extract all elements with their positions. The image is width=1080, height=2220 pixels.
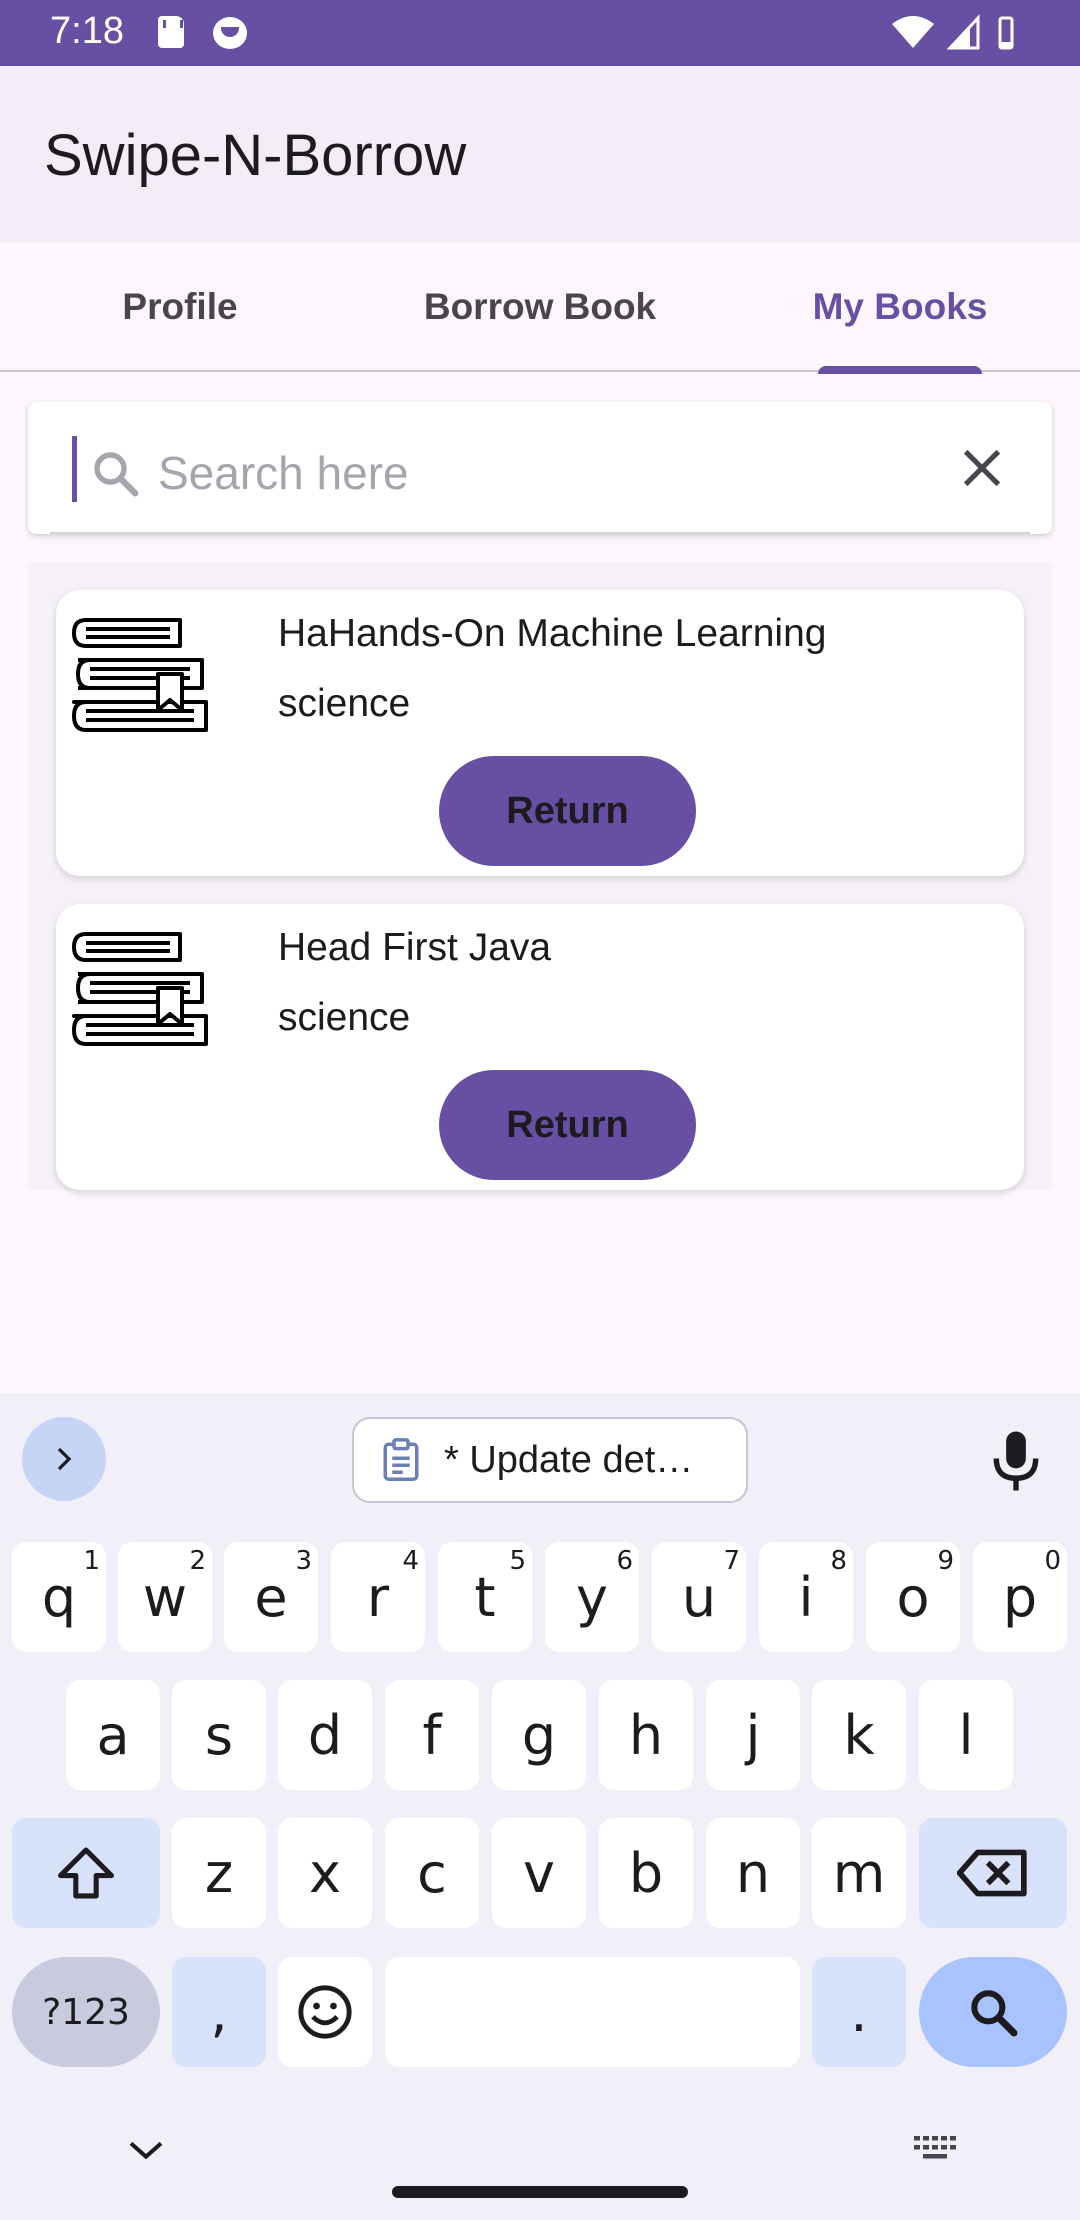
key-label: y xyxy=(576,1565,608,1629)
return-button[interactable]: Return xyxy=(439,1070,696,1180)
key-e[interactable]: e3 xyxy=(224,1542,318,1652)
soft-keyboard: * Update det… q1 w2 e3 r4 t5 y6 u7 i8 o9… xyxy=(0,1393,1080,2220)
emoji-icon xyxy=(298,1985,352,2039)
app-title: Swipe-N-Borrow xyxy=(44,123,467,188)
key-alt: 1 xyxy=(83,1546,100,1576)
key-alt: 0 xyxy=(1044,1546,1061,1576)
key-alt: 7 xyxy=(723,1546,740,1576)
tab-my-books[interactable]: My Books xyxy=(720,242,1080,372)
key-z[interactable]: z xyxy=(172,1818,266,1928)
key-label: p xyxy=(1002,1565,1038,1629)
key-alt: 6 xyxy=(616,1546,633,1576)
key-k[interactable]: k xyxy=(812,1680,906,1790)
key-alt: 8 xyxy=(830,1546,847,1576)
key-d[interactable]: d xyxy=(278,1680,372,1790)
search-icon xyxy=(971,1990,1018,2037)
app-bar: Swipe-N-Borrow xyxy=(0,66,1080,242)
comma-key[interactable]: , xyxy=(172,1957,266,2067)
tab-profile[interactable]: Profile xyxy=(0,242,360,372)
wifi-icon xyxy=(892,16,934,48)
key-s[interactable]: s xyxy=(172,1680,266,1790)
clipboard-suggestion[interactable]: * Update det… xyxy=(352,1417,748,1503)
book-stack-icon xyxy=(72,618,208,732)
key-w[interactable]: w2 xyxy=(118,1542,212,1652)
keyboard-search-key[interactable] xyxy=(919,1957,1067,2067)
clipboard-icon xyxy=(383,1438,419,1481)
shift-key[interactable] xyxy=(12,1818,160,1928)
key-label: o xyxy=(896,1565,930,1629)
key-p[interactable]: p0 xyxy=(973,1542,1067,1652)
key-f[interactable]: f xyxy=(385,1680,479,1790)
key-q[interactable]: q1 xyxy=(12,1542,106,1652)
key-label: i xyxy=(798,1565,814,1629)
key-label: u xyxy=(681,1565,717,1629)
key-u[interactable]: u7 xyxy=(652,1542,746,1652)
key-g[interactable]: g xyxy=(492,1680,586,1790)
chevron-right-icon xyxy=(57,1447,72,1471)
space-key[interactable] xyxy=(385,1957,800,2067)
keyboard-toolbar: * Update det… xyxy=(0,1393,1080,1523)
key-h[interactable]: h xyxy=(599,1680,693,1790)
key-alt: 9 xyxy=(937,1546,954,1576)
text-cursor xyxy=(72,436,77,502)
search-icon xyxy=(94,452,139,497)
keyboard-expand-button[interactable] xyxy=(22,1417,106,1501)
shift-icon xyxy=(58,1847,114,1899)
search-bar[interactable]: Search here xyxy=(28,402,1052,534)
key-alt: 2 xyxy=(189,1546,206,1576)
key-y[interactable]: y6 xyxy=(545,1542,639,1652)
system-status-icons xyxy=(892,14,1014,50)
chevron-down-icon[interactable] xyxy=(126,2138,166,2162)
status-bar: 7:18 xyxy=(0,0,1080,66)
search-underline xyxy=(50,532,1030,534)
my-books-list: HaHands-On Machine Learning science Retu… xyxy=(28,562,1052,1190)
book-stack-icon xyxy=(72,932,208,1046)
book-category: science xyxy=(278,996,411,1039)
key-l[interactable]: l xyxy=(919,1680,1013,1790)
close-icon[interactable] xyxy=(954,440,1010,496)
tab-indicator xyxy=(818,366,982,374)
backspace-icon xyxy=(957,1849,1027,1897)
key-i[interactable]: i8 xyxy=(759,1542,853,1652)
symbols-key[interactable]: ?123 xyxy=(12,1957,160,2067)
key-label: e xyxy=(254,1565,288,1629)
key-j[interactable]: j xyxy=(706,1680,800,1790)
return-button[interactable]: Return xyxy=(439,756,696,866)
key-alt: 3 xyxy=(295,1546,312,1576)
book-title: Head First Java xyxy=(278,926,552,969)
emoji-key[interactable] xyxy=(278,1957,372,2067)
search-input[interactable]: Search here xyxy=(158,446,409,500)
key-alt: 5 xyxy=(509,1546,526,1576)
book-title: HaHands-On Machine Learning xyxy=(278,612,827,655)
keyboard-switch-icon[interactable] xyxy=(912,2133,958,2163)
key-label: q xyxy=(41,1565,77,1629)
notification-app-icon xyxy=(213,17,247,49)
sd-card-icon xyxy=(158,16,184,48)
tab-bar: Profile Borrow Book My Books xyxy=(0,242,1080,374)
key-label: t xyxy=(474,1565,496,1629)
book-card: Head First Java science Return xyxy=(56,904,1024,1190)
key-r[interactable]: r4 xyxy=(331,1542,425,1652)
key-x[interactable]: x xyxy=(278,1818,372,1928)
key-alt: 4 xyxy=(402,1546,419,1576)
key-o[interactable]: o9 xyxy=(866,1542,960,1652)
key-m[interactable]: m xyxy=(812,1818,906,1928)
key-c[interactable]: c xyxy=(385,1818,479,1928)
microphone-icon[interactable] xyxy=(986,1429,1046,1493)
book-category: science xyxy=(278,682,411,725)
key-b[interactable]: b xyxy=(599,1818,693,1928)
key-label: w xyxy=(142,1565,188,1629)
key-a[interactable]: a xyxy=(66,1680,160,1790)
key-t[interactable]: t5 xyxy=(438,1542,532,1652)
book-card: HaHands-On Machine Learning science Retu… xyxy=(56,590,1024,876)
clipboard-suggestion-text: * Update det… xyxy=(444,1438,694,1481)
key-v[interactable]: v xyxy=(492,1818,586,1928)
key-label: r xyxy=(366,1565,390,1629)
period-key[interactable]: . xyxy=(812,1957,906,2067)
key-n[interactable]: n xyxy=(706,1818,800,1928)
backspace-key[interactable] xyxy=(919,1818,1067,1928)
home-indicator[interactable] xyxy=(392,2186,688,2198)
tab-borrow-book[interactable]: Borrow Book xyxy=(360,242,720,372)
status-time: 7:18 xyxy=(50,10,124,52)
